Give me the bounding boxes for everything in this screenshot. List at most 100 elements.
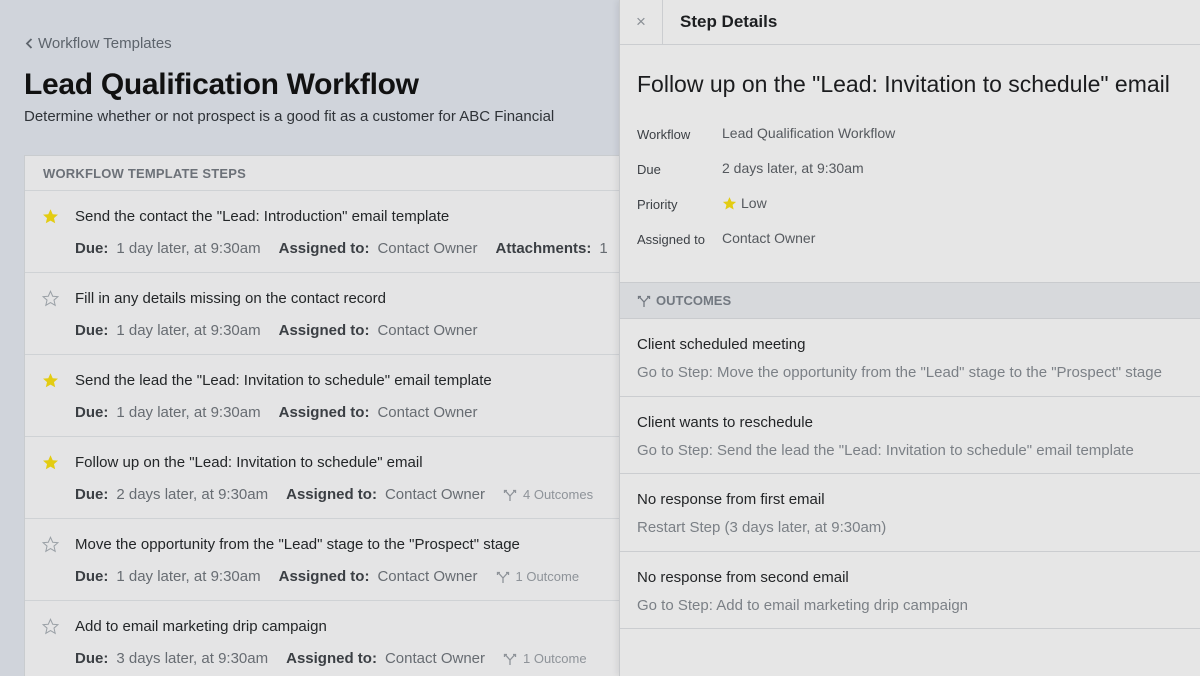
due-label: Due [637,162,661,177]
star-icon[interactable] [42,454,59,471]
close-button[interactable]: × [620,0,663,45]
step-title: Follow up on the "Lead: Invitation to sc… [75,454,423,471]
chevron-left-icon [25,38,33,49]
outcome-name: Client scheduled meeting [637,336,806,353]
outcomes-list: Client scheduled meeting Go to Step: Mov… [620,319,1200,629]
step-fields: Workflow Lead Qualification Workflow Due… [637,125,895,265]
step-meta: Due: 3 days later, at 9:30am Assigned to… [75,650,587,667]
assigned-field: Assigned to Contact Owner [637,230,895,265]
close-icon: × [636,12,646,31]
due-value: 1 day later, at 9:30am [116,568,261,585]
step-title: Send the lead the "Lead: Invitation to s… [75,372,492,389]
assigned-label: Assigned to: [278,322,370,339]
assigned-label: Assigned to: [278,240,370,257]
step-title: Add to email marketing drip campaign [75,618,327,635]
assigned-value: Contact Owner [384,486,485,503]
step-row[interactable]: Send the lead the "Lead: Invitation to s… [25,355,620,437]
due-field: Due 2 days later, at 9:30am [637,160,895,195]
workflow-field: Workflow Lead Qualification Workflow [637,125,895,160]
breadcrumb-label: Workflow Templates [38,35,172,52]
assigned-value: Contact Owner [384,650,485,667]
priority-text: Low [741,195,767,211]
outcome-name: Client wants to reschedule [637,413,813,431]
star-icon[interactable] [42,536,59,553]
assigned-label: Assigned to: [278,404,370,421]
step-title: Send the contact the "Lead: Introduction… [75,208,450,225]
step-meta: Due: 1 day later, at 9:30am Assigned to:… [75,404,496,421]
outcome-action: Go to Step: Move the opportunity from th… [637,364,1162,381]
breadcrumb-back-link[interactable]: Workflow Templates [25,35,172,52]
due-value: 1 day later, at 9:30am [116,404,261,421]
step-row[interactable]: Fill in any details missing on the conta… [25,273,620,355]
page-subtitle: Determine whether or not prospect is a g… [24,108,555,125]
steps-panel: WORKFLOW TEMPLATE STEPS Send the contact… [24,155,620,676]
outcome-item[interactable]: Client wants to reschedule Go to Step: S… [620,397,1200,474]
outcome-item[interactable]: Client scheduled meeting Go to Step: Mov… [620,319,1200,397]
outcomes-count: 1 Outcome [496,569,580,584]
outcomes-count-label: 1 Outcome [515,569,580,584]
attachments-label: Attachments: [495,240,592,257]
page-title: Lead Qualification Workflow [24,68,419,101]
due-label: Due: [75,240,109,257]
step-row[interactable]: Move the opportunity from the "Lead" sta… [25,519,620,601]
outcomes-count: 1 Outcome [503,651,587,666]
due-value: 2 days later, at 9:30am [116,486,269,503]
assigned-label: Assigned to [637,232,705,247]
outcomes-header: OUTCOMES [620,282,1200,319]
priority-value: Low [722,195,767,230]
drawer-title: Step Details [680,12,778,31]
star-icon[interactable] [42,618,59,635]
due-label: Due: [75,486,109,503]
star-icon[interactable] [42,372,59,389]
workflow-value: Lead Qualification Workflow [722,125,896,141]
star-icon[interactable] [42,208,59,225]
outcome-item[interactable]: No response from first email Restart Ste… [620,474,1200,552]
outcomes-count-label: 1 Outcome [523,651,587,666]
assigned-label: Assigned to: [286,650,377,667]
outcome-action: Go to Step: Send the lead the "Lead: Inv… [637,441,1134,459]
step-row[interactable]: Send the contact the "Lead: Introduction… [25,191,620,273]
step-row[interactable]: Add to email marketing drip campaign Due… [25,601,620,676]
assigned-label: Assigned to: [278,568,370,585]
due-value: 1 day later, at 9:30am [116,240,261,257]
branch-icon [496,571,509,583]
assigned-value: Contact Owner [377,568,478,585]
assigned-value: Contact Owner [377,322,478,339]
outcome-name: No response from second email [637,568,849,586]
due-label: Due: [75,322,109,339]
assigned-value: Contact Owner [722,230,816,246]
due-value: 2 days later, at 9:30am [722,160,864,176]
steps-panel-header: WORKFLOW TEMPLATE STEPS [25,156,620,191]
due-label: Due: [75,404,109,421]
outcomes-count: 4 Outcomes [503,487,593,502]
drawer-header: × Step Details [620,0,1200,45]
outcome-action: Restart Step (3 days later, at 9:30am) [637,519,887,536]
step-meta: Due: 1 day later, at 9:30am Assigned to:… [75,240,620,257]
branch-icon [503,489,517,501]
attachments-value: 1 [599,240,608,257]
workflow-label: Workflow [637,127,691,142]
outcome-action: Go to Step: Add to email marketing drip … [637,596,969,614]
step-details-drawer: × Step Details Follow up on the "Lead: I… [619,0,1200,676]
step-meta: Due: 1 day later, at 9:30am Assigned to:… [75,568,579,585]
due-value: 3 days later, at 9:30am [116,650,269,667]
outcomes-header-label: OUTCOMES [656,293,732,308]
star-icon[interactable] [42,290,59,307]
assigned-value: Contact Owner [377,240,478,257]
step-meta: Due: 2 days later, at 9:30am Assigned to… [75,486,593,503]
due-value: 1 day later, at 9:30am [116,322,261,339]
step-meta: Due: 1 day later, at 9:30am Assigned to:… [75,322,496,339]
branch-icon [503,653,517,665]
branch-icon [637,295,651,307]
step-title: Move the opportunity from the "Lead" sta… [75,536,520,553]
due-label: Due: [75,650,109,667]
step-title: Fill in any details missing on the conta… [75,290,386,307]
assigned-label: Assigned to: [286,486,377,503]
priority-label: Priority [637,197,678,212]
outcomes-count-label: 4 Outcomes [523,487,594,502]
step-row[interactable]: Follow up on the "Lead: Invitation to sc… [25,437,620,519]
outcome-item[interactable]: No response from second email Go to Step… [620,552,1200,629]
star-icon [722,197,737,210]
outcome-name: No response from first email [637,491,825,508]
assigned-value: Contact Owner [377,404,478,421]
